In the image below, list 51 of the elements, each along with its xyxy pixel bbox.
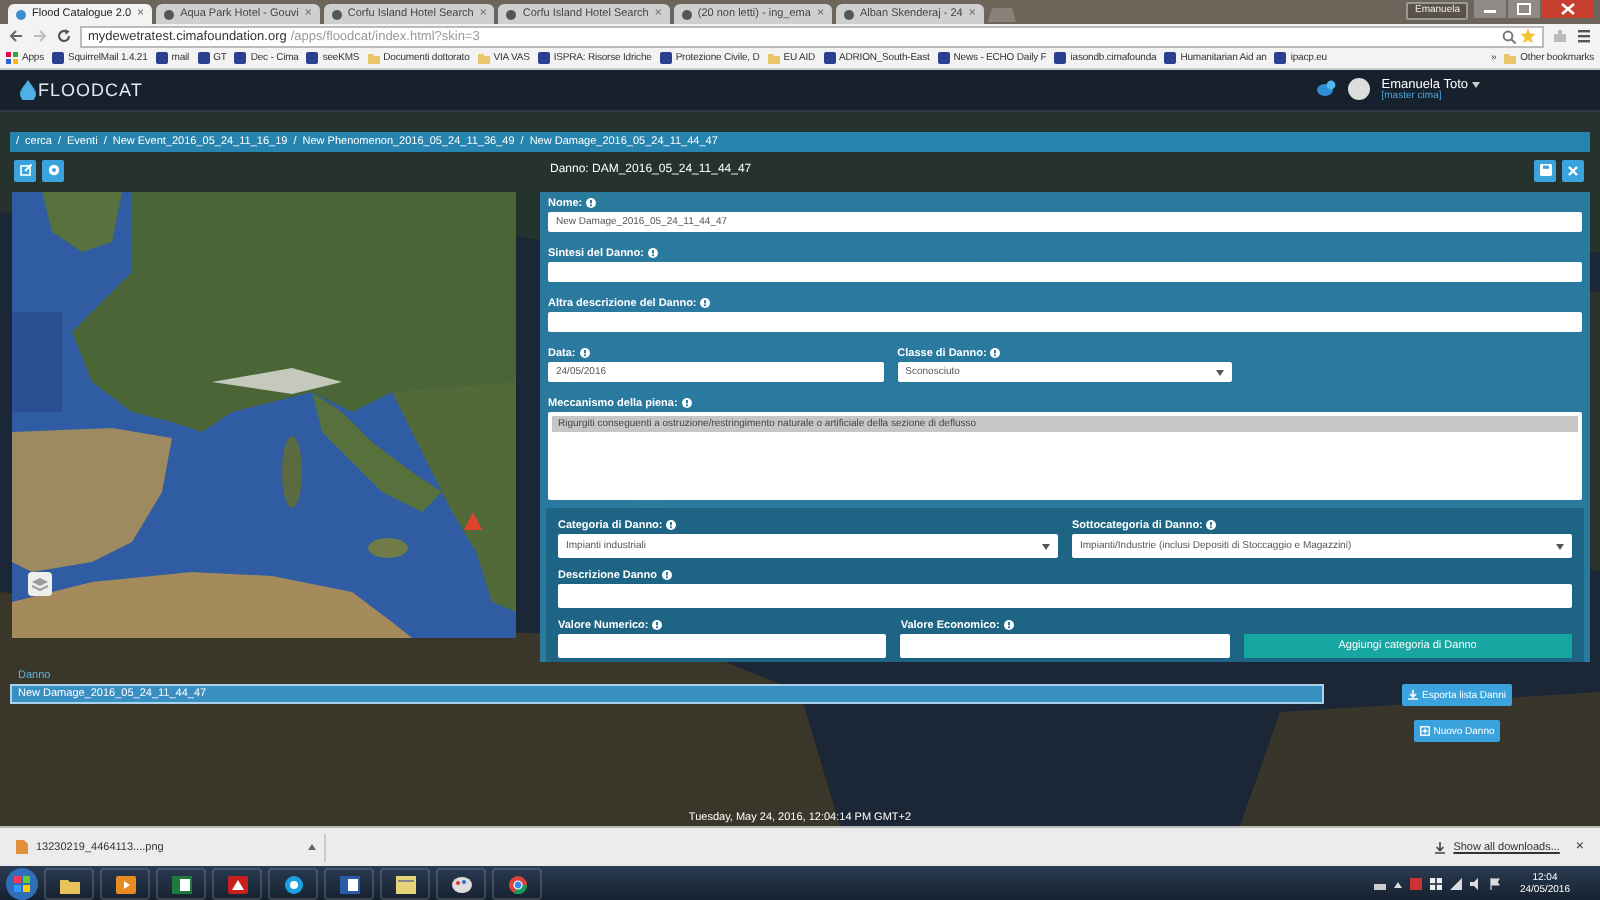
maximize-button[interactable] <box>1508 0 1540 18</box>
folder-icon <box>367 52 380 64</box>
image-file-icon <box>16 840 28 854</box>
signal-icon[interactable] <box>1449 878 1462 890</box>
folder-icon <box>1504 52 1517 64</box>
page-icon <box>537 52 550 64</box>
document-icon[interactable] <box>339 875 359 893</box>
show-hidden-icon[interactable] <box>1393 881 1402 887</box>
page-icon <box>506 9 517 19</box>
page-icon <box>52 52 64 64</box>
page-icon <box>659 52 672 64</box>
logo-text: FLOODCAT <box>38 80 143 100</box>
page-icon <box>164 9 175 19</box>
paint-icon[interactable] <box>451 875 471 893</box>
page-icon <box>1054 52 1067 64</box>
page-icon <box>197 52 210 64</box>
minimize-button[interactable] <box>1474 0 1506 18</box>
page-icon <box>331 9 342 19</box>
page-icon <box>306 52 319 64</box>
page-icon <box>155 52 168 64</box>
page-icon <box>16 9 26 19</box>
spreadsheet-icon[interactable] <box>171 875 191 893</box>
browser-icon[interactable] <box>507 875 527 893</box>
page-icon <box>1274 52 1287 64</box>
avatar-icon <box>1347 78 1370 101</box>
start-button[interactable] <box>6 868 38 900</box>
star-icon[interactable] <box>1520 28 1536 44</box>
page-icon <box>937 52 950 64</box>
page-icon <box>681 9 692 19</box>
page-icon <box>1164 52 1177 64</box>
page-icon <box>823 52 836 64</box>
reload-icon[interactable] <box>56 28 72 44</box>
page-icon <box>843 9 854 19</box>
caret-icon[interactable] <box>308 844 316 850</box>
pdf-icon[interactable] <box>227 875 247 893</box>
folder-icon[interactable] <box>59 875 79 893</box>
apps-icon <box>6 52 18 64</box>
folder-icon <box>477 52 490 64</box>
folder-icon <box>767 52 780 64</box>
notes-icon[interactable] <box>395 875 415 893</box>
caret-icon[interactable] <box>1472 81 1480 88</box>
page-icon <box>234 52 247 64</box>
logo-icon <box>20 80 36 100</box>
back-icon[interactable] <box>8 28 24 44</box>
windows-icon[interactable] <box>1429 878 1442 890</box>
media-player-icon[interactable] <box>115 875 135 893</box>
search-icon[interactable] <box>1502 29 1516 43</box>
flag-icon[interactable] <box>1489 878 1500 890</box>
menu-icon[interactable] <box>1576 28 1592 44</box>
speaker-icon[interactable] <box>1469 878 1482 890</box>
download-icon <box>1433 841 1446 853</box>
